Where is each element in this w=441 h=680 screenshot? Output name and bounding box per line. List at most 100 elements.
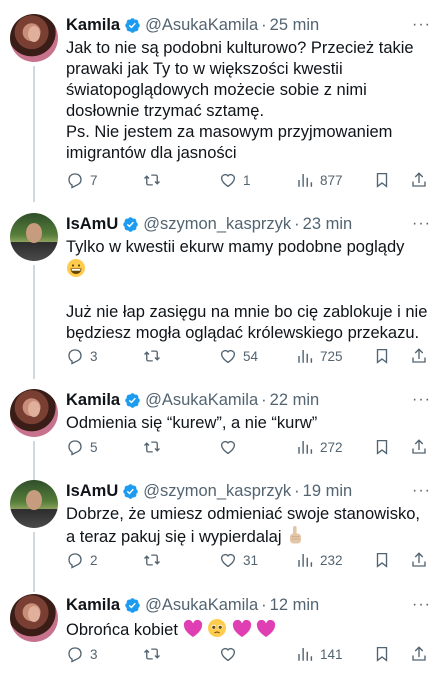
share-icon: [412, 646, 426, 661]
views-button[interactable]: 232: [296, 551, 343, 569]
bookmark-button[interactable]: [373, 347, 397, 365]
reply-button[interactable]: 2: [66, 551, 98, 569]
tweet-text: Tylko w kwestii ekurw mamy podobne poglą…: [66, 237, 431, 344]
views-button[interactable]: 877: [296, 171, 343, 189]
timestamp[interactable]: 23 min: [303, 215, 353, 234]
retweet-button[interactable]: [143, 171, 167, 189]
like-count: 31: [243, 552, 259, 568]
verified-badge-icon: [123, 216, 139, 232]
text-line: Już nie łap zasięgu na mnie bo cię zablo…: [66, 303, 428, 321]
pink-heart-emoji-icon: [232, 620, 251, 637]
bookmark-button[interactable]: [373, 171, 397, 189]
timestamp[interactable]: 25 min: [270, 16, 320, 35]
share-button[interactable]: [410, 645, 434, 663]
author-name[interactable]: IsAmU: [66, 215, 118, 234]
more-icon[interactable]: ···: [412, 215, 431, 233]
like-button[interactable]: [219, 645, 243, 663]
retweet-icon: [144, 174, 160, 186]
bookmark-icon: [376, 439, 388, 455]
timestamp[interactable]: 12 min: [270, 596, 320, 615]
like-count: 1: [243, 172, 251, 188]
more-icon[interactable]: ···: [412, 596, 431, 614]
views-count: 232: [320, 552, 343, 568]
timestamp[interactable]: 19 min: [303, 482, 353, 501]
reply-icon: [68, 173, 82, 189]
timestamp[interactable]: 22 min: [270, 391, 320, 410]
grinning-emoji-icon: [67, 259, 85, 277]
more-icon[interactable]: ···: [412, 482, 431, 500]
tweet-text: Odmienia się “kurew”, a nie “kurw”: [66, 413, 431, 434]
tweet-actions: 7 1 877: [66, 170, 431, 190]
more-icon[interactable]: ···: [412, 16, 431, 34]
text-line: światopoglądowych możecie sobie z nimi: [66, 81, 367, 99]
reply-button[interactable]: 7: [66, 171, 98, 189]
tweet-thread: Kamila @AsukaKamila · 25 min ··· Jak to …: [0, 0, 441, 680]
views-icon: [298, 441, 313, 454]
reply-count: 5: [90, 439, 98, 455]
author-name[interactable]: Kamila: [66, 596, 120, 615]
share-icon: [412, 439, 426, 454]
avatar[interactable]: [10, 389, 58, 437]
share-button[interactable]: [410, 347, 434, 365]
separator-dot: ·: [294, 214, 300, 233]
views-button[interactable]: 272: [296, 438, 343, 456]
avatar[interactable]: [10, 594, 58, 642]
like-button[interactable]: [219, 438, 243, 456]
retweet-icon: [144, 350, 160, 362]
text-line: Odmienia się “kurew”, a nie “kurw”: [66, 414, 318, 432]
like-button[interactable]: 54: [219, 347, 258, 365]
reply-icon: [68, 349, 82, 365]
like-button[interactable]: 31: [219, 551, 258, 569]
retweet-button[interactable]: [143, 347, 167, 365]
text-line: Jak to nie są podobni kulturowo? Przecie…: [66, 39, 414, 57]
reply-count: 2: [90, 552, 98, 568]
author-handle[interactable]: @szymon_kasprzyk: [143, 482, 291, 501]
bookmark-button[interactable]: [373, 551, 397, 569]
avatar[interactable]: [10, 480, 58, 528]
bookmark-button[interactable]: [373, 438, 397, 456]
avatar[interactable]: [10, 213, 58, 261]
author-handle[interactable]: @AsukaKamila: [145, 596, 258, 615]
author-name[interactable]: IsAmU: [66, 482, 118, 501]
reply-button[interactable]: 3: [66, 347, 98, 365]
bookmark-icon: [376, 646, 388, 662]
views-button[interactable]: 725: [296, 347, 343, 365]
share-button[interactable]: [410, 551, 434, 569]
like-count: 54: [243, 348, 259, 364]
text-fragment: a teraz pakuj się i wypierdalaj: [66, 528, 282, 546]
tweet-header: Kamila @AsukaKamila · 12 min: [66, 594, 431, 616]
share-icon: [412, 348, 426, 363]
author-handle[interactable]: @AsukaKamila: [145, 16, 258, 35]
tweet-header: IsAmU @szymon_kasprzyk · 19 min: [66, 480, 431, 502]
pink-heart-emoji-icon: [183, 620, 202, 637]
more-icon[interactable]: ···: [412, 391, 431, 409]
thread-connector: [33, 441, 35, 483]
views-count: 877: [320, 172, 343, 188]
text-line: a teraz pakuj się i wypierdalaj: [66, 525, 431, 548]
share-button[interactable]: [410, 438, 434, 456]
reply-count: 7: [90, 172, 98, 188]
bookmark-button[interactable]: [373, 645, 397, 663]
heart-icon: [220, 173, 236, 188]
retweet-button[interactable]: [143, 645, 167, 663]
retweet-button[interactable]: [143, 551, 167, 569]
views-button[interactable]: 141: [296, 645, 343, 663]
reply-button[interactable]: 5: [66, 438, 98, 456]
like-button[interactable]: 1: [219, 171, 251, 189]
views-icon: [298, 648, 313, 661]
text-line: Tylko w kwestii ekurw mamy podobne poglą…: [66, 238, 405, 256]
text-line: Ps. Nie jestem za masowym przyjmowaniem: [66, 123, 393, 141]
author-handle[interactable]: @AsukaKamila: [145, 391, 258, 410]
reply-button[interactable]: 3: [66, 645, 98, 663]
reply-icon: [68, 553, 82, 569]
tweet-header: IsAmU @szymon_kasprzyk · 23 min: [66, 213, 431, 235]
avatar[interactable]: [10, 14, 58, 62]
author-name[interactable]: Kamila: [66, 391, 120, 410]
retweet-button[interactable]: [143, 438, 167, 456]
author-handle[interactable]: @szymon_kasprzyk: [143, 215, 291, 234]
pleading-face-emoji-icon: [208, 619, 227, 637]
separator-dot: ·: [261, 390, 267, 409]
views-icon: [298, 554, 313, 567]
share-button[interactable]: [410, 171, 434, 189]
author-name[interactable]: Kamila: [66, 16, 120, 35]
